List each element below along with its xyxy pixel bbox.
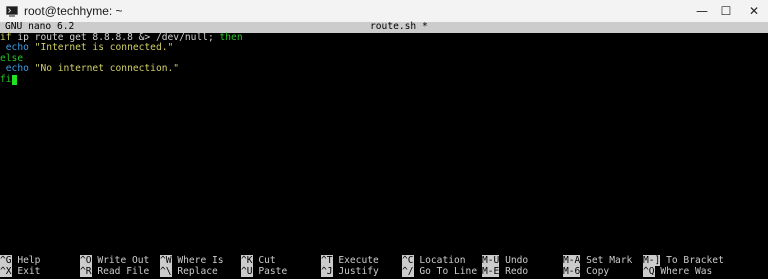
terminal-window: root@techhyme: ~ — ☐ ✕ GNU nano 6.2 rout… bbox=[0, 0, 768, 279]
shortcut-label: Help bbox=[11, 255, 41, 266]
shortcut-undo[interactable]: M-U Undo bbox=[482, 255, 529, 267]
shortcut-location[interactable]: ^C Location bbox=[402, 255, 466, 267]
shortcut-go-to-line[interactable]: ^/ Go To Line bbox=[402, 266, 478, 278]
shortcut-label: Go To Line bbox=[413, 266, 478, 277]
shortcut-where-was[interactable]: ^Q Where Was bbox=[643, 266, 713, 278]
shortcut-where-is[interactable]: ^W Where Is bbox=[160, 255, 224, 267]
shortcut-label: To Bracket bbox=[660, 255, 724, 266]
shortcut-key: ^T bbox=[321, 255, 333, 266]
maximize-icon: ☐ bbox=[720, 4, 732, 18]
shortcut-replace[interactable]: ^\ Replace bbox=[160, 266, 218, 278]
shortcut-key: ^U bbox=[241, 266, 253, 277]
shortcut-key: ^G bbox=[0, 255, 12, 266]
shortcut-label: Write Out bbox=[91, 255, 150, 266]
shortcut-exit[interactable]: ^X Exit bbox=[0, 266, 41, 278]
echo-keyword: echo bbox=[5, 63, 29, 75]
shortcut-redo[interactable]: M-E Redo bbox=[482, 266, 529, 278]
shortcut-key: ^X bbox=[0, 266, 12, 277]
shortcut-label: Redo bbox=[499, 266, 529, 277]
shortcut-write-out[interactable]: ^O Write Out bbox=[80, 255, 150, 267]
shortcut-label: Paste bbox=[252, 266, 288, 277]
shortcut-label: Where Is bbox=[171, 255, 224, 266]
shortcut-key: M-A bbox=[563, 255, 581, 266]
shortcut-label: Set Mark bbox=[580, 255, 633, 266]
shortcut-key: M-U bbox=[482, 255, 500, 266]
else-keyword: else bbox=[0, 52, 24, 64]
shortcut-label: Cut bbox=[252, 255, 276, 266]
fi-keyword: fi bbox=[0, 73, 12, 85]
shortcut-key: ^R bbox=[80, 266, 92, 277]
shortcut-paste[interactable]: ^U Paste bbox=[241, 266, 288, 278]
shortcut-key: M-] bbox=[643, 255, 661, 266]
shortcut-help[interactable]: ^G Help bbox=[0, 255, 41, 267]
shortcut-bar: ^G Help ^O Write Out ^W Where Is ^K Cut … bbox=[0, 255, 768, 278]
shortcut-label: Replace bbox=[171, 266, 218, 277]
shortcut-key: ^/ bbox=[402, 266, 414, 277]
shortcut-label: Location bbox=[413, 255, 466, 266]
shortcut-execute[interactable]: ^T Execute bbox=[321, 255, 379, 267]
shortcut-key: M-6 bbox=[563, 266, 581, 277]
echo-keyword: echo bbox=[5, 42, 29, 54]
shortcut-key: ^O bbox=[80, 255, 92, 266]
code-line-5: fi bbox=[0, 73, 768, 86]
shortcut-key: ^K bbox=[241, 255, 253, 266]
shortcut-cut[interactable]: ^K Cut bbox=[241, 255, 276, 267]
shortcut-key: ^J bbox=[321, 266, 333, 277]
shortcut-label: Where Was bbox=[654, 266, 713, 277]
shortcut-label: Undo bbox=[499, 255, 529, 266]
shortcut-label: Exit bbox=[11, 266, 41, 277]
string-literal: "Internet is connected." bbox=[28, 42, 174, 54]
terminal-area[interactable]: GNU nano 6.2 route.sh * if ip route get … bbox=[0, 21, 768, 279]
shortcut-key: ^C bbox=[402, 255, 414, 266]
window-title: root@techhyme: ~ bbox=[24, 4, 123, 18]
shortcut-key: ^Q bbox=[643, 266, 655, 277]
terminal-app-icon bbox=[6, 6, 18, 17]
shortcut-justify[interactable]: ^J Justify bbox=[321, 266, 379, 278]
shortcut-key: ^W bbox=[160, 255, 172, 266]
then-keyword: then bbox=[219, 31, 243, 43]
shortcut-key: ^\ bbox=[160, 266, 172, 277]
shortcut-label: Justify bbox=[332, 266, 379, 277]
shortcut-key: M-E bbox=[482, 266, 500, 277]
shortcut-label: Copy bbox=[580, 266, 610, 277]
close-button[interactable]: ✕ bbox=[732, 0, 768, 22]
string-literal: "No internet connection." bbox=[28, 63, 180, 75]
shortcut-copy[interactable]: M-6 Copy bbox=[563, 266, 610, 278]
shortcut-read-file[interactable]: ^R Read File bbox=[80, 266, 150, 278]
shortcut-label: Read File bbox=[91, 266, 150, 277]
shortcut-label: Execute bbox=[332, 255, 379, 266]
close-icon: ✕ bbox=[748, 4, 760, 18]
shortcut-set-mark[interactable]: M-A Set Mark bbox=[563, 255, 633, 267]
editor-buffer[interactable]: if ip route get 8.8.8.8 &> /dev/null; th… bbox=[0, 31, 768, 86]
file-name: route.sh * bbox=[370, 21, 428, 32]
code-line-4: echo "No internet connection." bbox=[0, 64, 768, 75]
title-bar[interactable]: root@techhyme: ~ — ☐ ✕ bbox=[0, 0, 768, 23]
if-keyword: if bbox=[0, 31, 12, 43]
code-line-2: echo "Internet is connected." bbox=[0, 42, 768, 54]
text-cursor bbox=[11, 74, 18, 85]
shortcut-to-bracket[interactable]: M-] To Bracket bbox=[643, 255, 724, 267]
condition-text: ip route get 8.8.8.8 &> /dev/null; bbox=[11, 31, 220, 43]
